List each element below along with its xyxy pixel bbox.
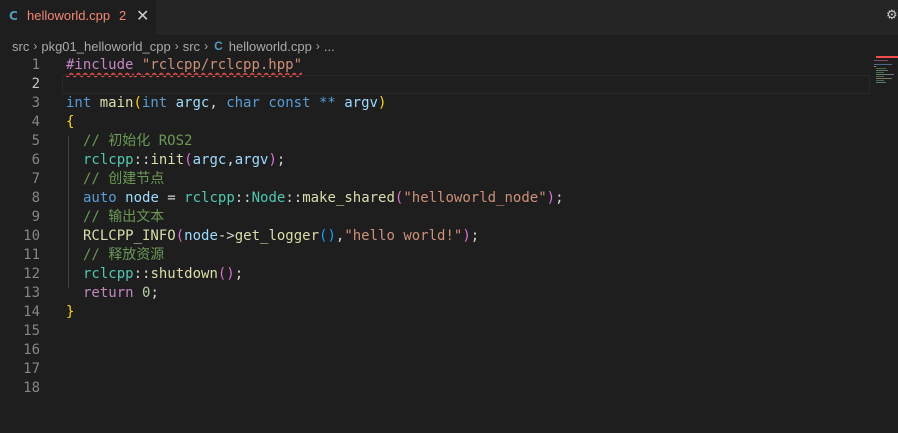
code-line: 12 rclcpp::shutdown(); bbox=[0, 265, 870, 284]
code-text: rclcpp::init(argc,argv); bbox=[83, 152, 286, 168]
cpp-file-icon: C bbox=[214, 39, 223, 53]
line-number: 9 bbox=[31, 209, 40, 225]
line-number: 3 bbox=[31, 95, 40, 111]
code-text: auto node = rclcpp::Node::make_shared("h… bbox=[83, 190, 564, 206]
function-name: main bbox=[99, 95, 134, 111]
cpp-file-icon: C bbox=[9, 9, 18, 23]
current-line-highlight bbox=[62, 75, 870, 94]
line-number: 6 bbox=[31, 152, 40, 168]
code-line-active: 2 bbox=[0, 75, 870, 94]
code-comment: // 初始化 ROS2 bbox=[83, 133, 193, 149]
code-text: return 0; bbox=[83, 285, 159, 301]
namespace: rclcpp bbox=[83, 266, 134, 282]
operator: ** bbox=[318, 95, 336, 111]
argument: argv bbox=[234, 152, 269, 168]
code-text: RCLCPP_INFO(node->get_logger(),"hello wo… bbox=[83, 228, 480, 244]
variable: node bbox=[125, 190, 159, 206]
code-line: 10 RCLCPP_INFO(node->get_logger(),"hello… bbox=[0, 227, 870, 246]
line-number: 4 bbox=[31, 114, 40, 130]
code-text: { bbox=[66, 114, 75, 130]
type-keyword: int bbox=[66, 95, 92, 111]
breadcrumb-item-file[interactable]: helloworld.cpp bbox=[229, 39, 312, 54]
breadcrumb-item-more[interactable]: ... bbox=[324, 39, 335, 54]
breadcrumb-item-pkg[interactable]: pkg01_helloworld_cpp bbox=[41, 39, 170, 54]
chevron-right-icon: › bbox=[174, 39, 179, 53]
type-keyword: char bbox=[226, 95, 260, 111]
problems-badge: 2 bbox=[119, 8, 127, 23]
line-number: 7 bbox=[31, 171, 40, 187]
namespace: rclcpp bbox=[184, 190, 235, 206]
breadcrumb: src › pkg01_helloworld_cpp › src › C hel… bbox=[0, 35, 898, 57]
chevron-right-icon: › bbox=[204, 39, 209, 53]
function-name: init bbox=[150, 152, 185, 168]
breadcrumb-item-src[interactable]: src bbox=[12, 39, 29, 54]
code-comment: // 创建节点 bbox=[83, 171, 165, 187]
line-number: 1 bbox=[31, 57, 40, 73]
argument: argc bbox=[192, 152, 227, 168]
line-number: 15 bbox=[23, 323, 40, 339]
code-line: 9 // 输出文本 bbox=[0, 208, 870, 227]
code-line: 4 { bbox=[0, 113, 870, 132]
code-line: 7 // 创建节点 bbox=[0, 170, 870, 189]
line-number: 5 bbox=[31, 133, 40, 149]
line-number: 16 bbox=[23, 342, 40, 358]
variable: node bbox=[184, 228, 218, 244]
breadcrumb-item-src2[interactable]: src bbox=[183, 39, 200, 54]
parameter: argc bbox=[175, 95, 210, 111]
code-text: rclcpp::shutdown(); bbox=[83, 266, 244, 282]
line-number: 10 bbox=[23, 228, 40, 244]
include-directive: #include bbox=[66, 57, 134, 73]
minimap[interactable] bbox=[874, 56, 896, 86]
code-line: 5 // 初始化 ROS2 bbox=[0, 132, 870, 151]
line-number: 18 bbox=[23, 380, 40, 396]
code-line: 17 bbox=[0, 360, 870, 379]
tab-title: helloworld.cpp bbox=[27, 8, 111, 23]
line-number: 17 bbox=[23, 361, 40, 377]
line-number: 14 bbox=[23, 304, 40, 320]
macro-name: RCLCPP_INFO bbox=[83, 228, 176, 244]
code-line: 14 } bbox=[0, 303, 870, 322]
type-keyword: const bbox=[268, 95, 311, 111]
code-line: 16 bbox=[0, 341, 870, 360]
include-path: "rclcpp/rclcpp.hpp" bbox=[141, 57, 303, 73]
return-keyword: return bbox=[83, 285, 134, 301]
code-line: 6 rclcpp::init(argc,argv); bbox=[0, 151, 870, 170]
function-name: make_shared bbox=[302, 190, 395, 206]
function-name: get_logger bbox=[234, 228, 320, 244]
code-line: 18 bbox=[0, 379, 870, 398]
line-number: 12 bbox=[23, 266, 40, 282]
string-literal: "helloworld_node" bbox=[403, 190, 547, 206]
line-number: 11 bbox=[23, 247, 40, 263]
code-text: int main(int argc, char const ** argv) bbox=[66, 95, 387, 111]
code-line: 13 return 0; bbox=[0, 284, 870, 303]
editor-action-icon[interactable]: ⚙ bbox=[886, 8, 898, 24]
code-editor[interactable]: 1 #include "rclcpp/rclcpp.hpp" 2 3 int m… bbox=[0, 56, 898, 433]
code-line: 1 #include "rclcpp/rclcpp.hpp" bbox=[0, 56, 870, 75]
close-icon[interactable]: ✕ bbox=[136, 6, 149, 25]
code-comment: // 输出文本 bbox=[83, 209, 165, 225]
type-keyword: int bbox=[141, 95, 168, 111]
code-text: } bbox=[66, 304, 75, 320]
code-line: 8 auto node = rclcpp::Node::make_shared(… bbox=[0, 189, 870, 208]
code-text: #include "rclcpp/rclcpp.hpp" bbox=[66, 56, 302, 75]
parameter: argv bbox=[344, 95, 378, 111]
code-line: 3 int main(int argc, char const ** argv) bbox=[0, 94, 870, 113]
tab-helloworld-cpp[interactable]: C helloworld.cpp 2 ✕ bbox=[0, 0, 156, 35]
class-name: Node bbox=[251, 190, 286, 206]
line-number: 8 bbox=[31, 190, 40, 206]
string-literal: "hello world!" bbox=[344, 228, 463, 244]
code-line: 15 bbox=[0, 322, 870, 341]
chevron-right-icon: › bbox=[315, 39, 320, 53]
tab-bar: C helloworld.cpp 2 ✕ ⚙ bbox=[0, 0, 898, 35]
code-comment: // 释放资源 bbox=[83, 247, 165, 263]
type-keyword: auto bbox=[83, 190, 117, 206]
line-number: 2 bbox=[31, 76, 40, 92]
function-name: shutdown bbox=[150, 266, 218, 282]
number-literal: 0 bbox=[142, 285, 151, 301]
line-number: 13 bbox=[23, 285, 40, 301]
namespace: rclcpp bbox=[83, 152, 134, 168]
chevron-right-icon: › bbox=[33, 39, 38, 53]
code-line: 11 // 释放资源 bbox=[0, 246, 870, 265]
